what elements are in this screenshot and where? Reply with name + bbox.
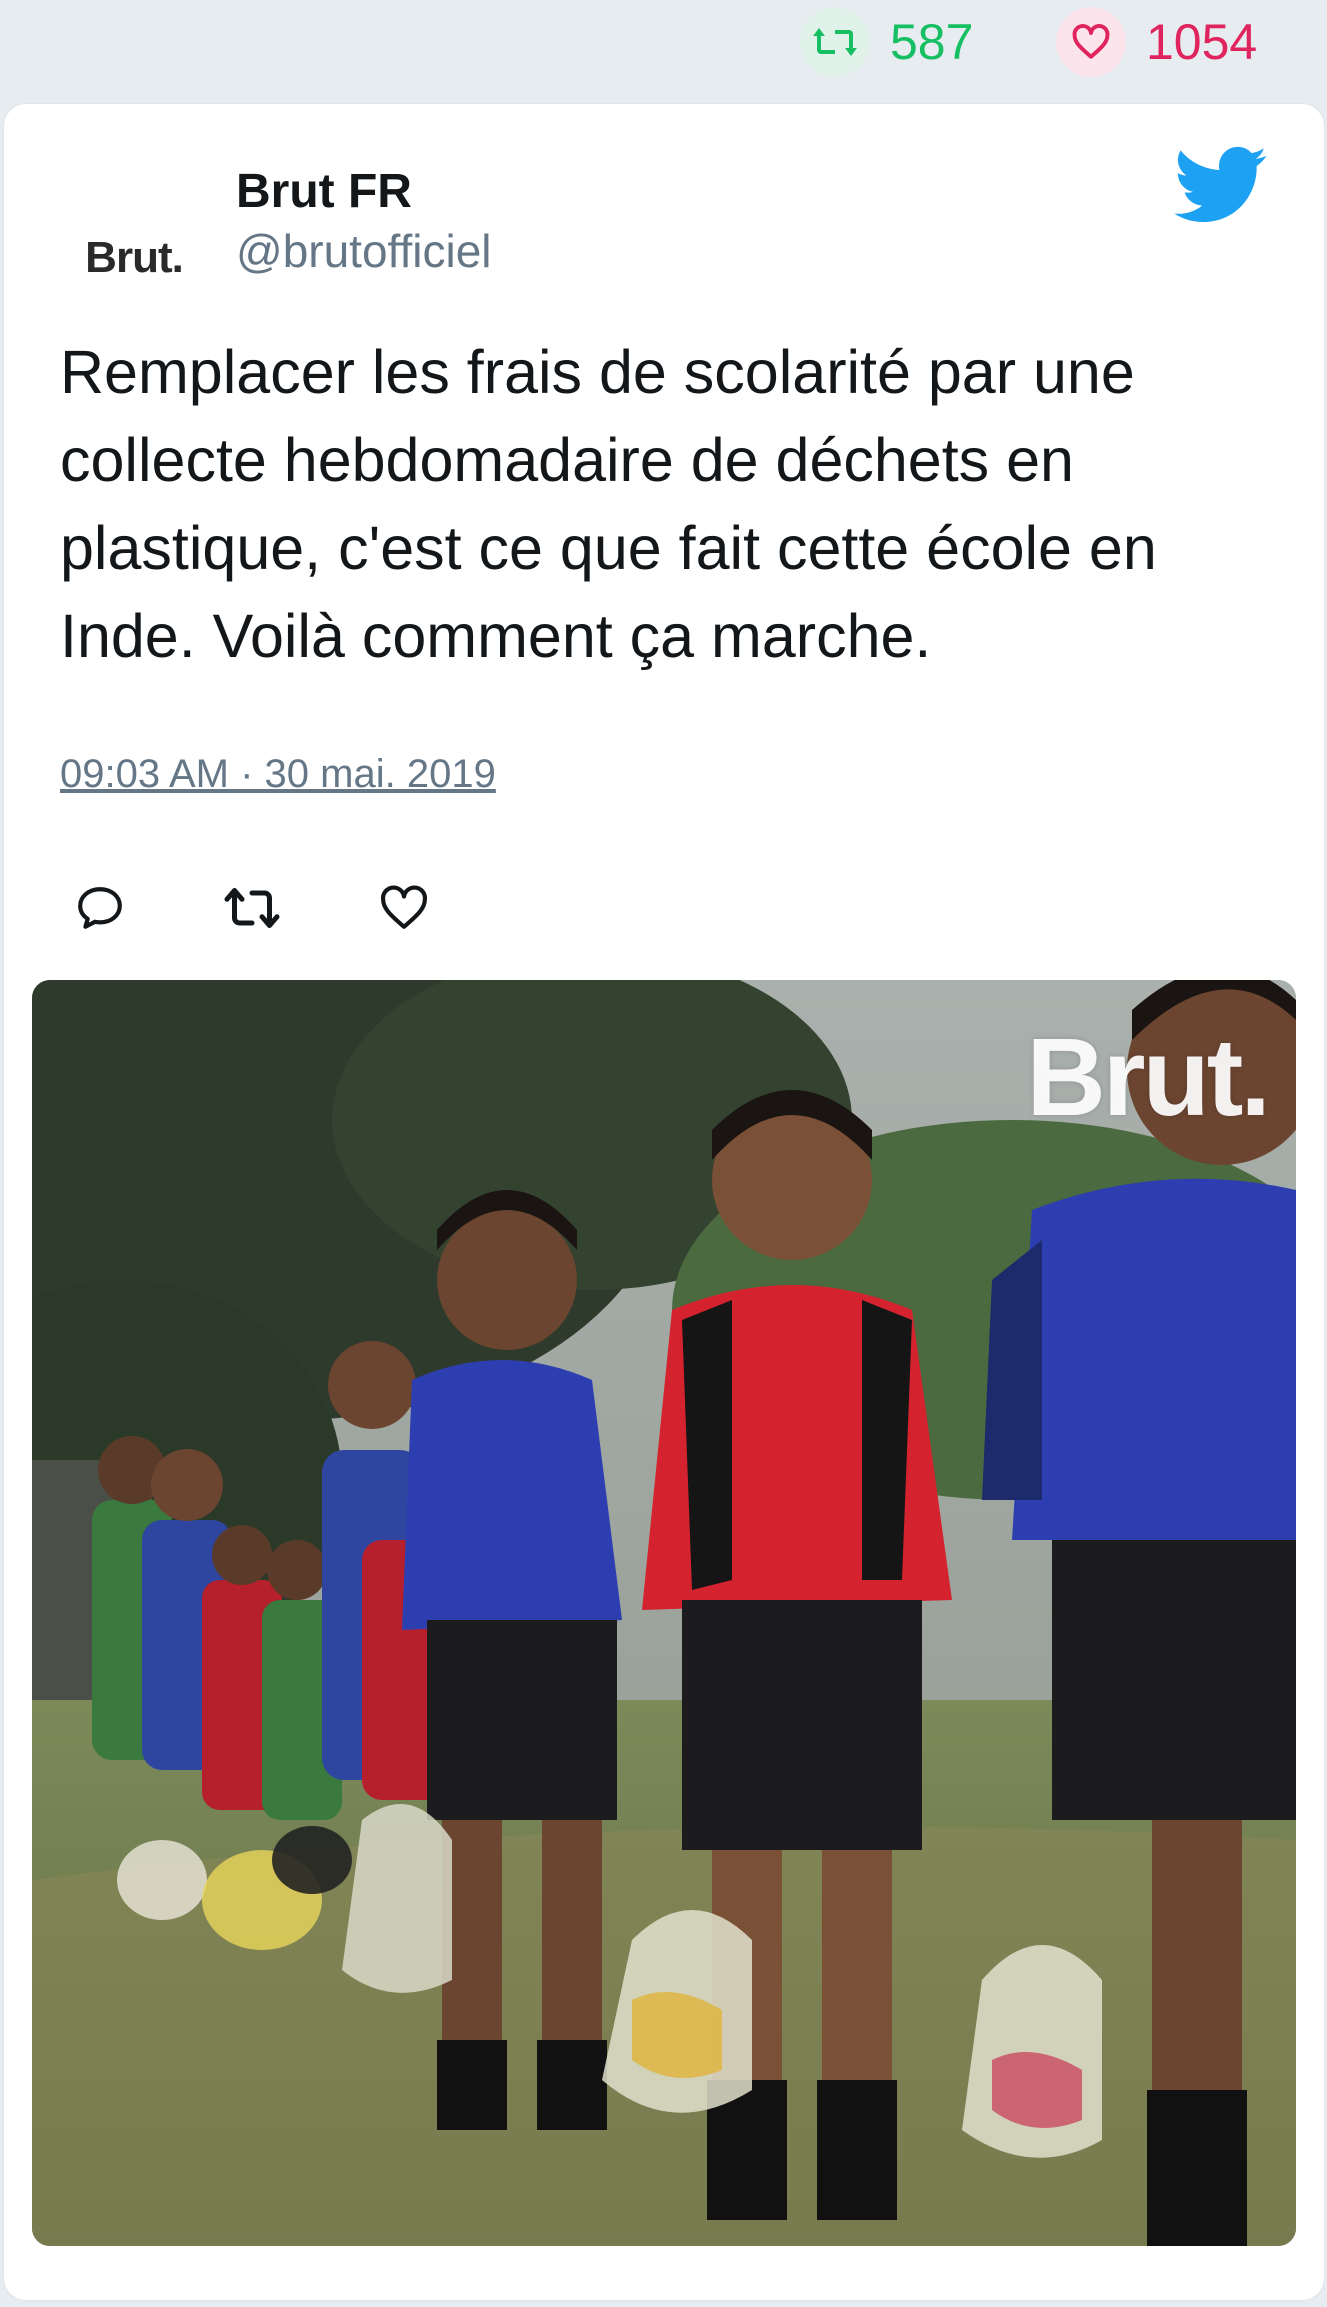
retweet-count: 587 [890,14,974,70]
photo-school-children [32,980,1296,2246]
brut-watermark: Brut. [1026,1016,1271,1139]
retweet-stat[interactable]: 587 [800,6,973,78]
like-stat[interactable]: 1054 [1056,6,1257,78]
author-display-name[interactable]: Brut FR [236,164,412,219]
twitter-bird-icon[interactable] [1174,146,1268,226]
retweet-icon[interactable] [800,7,870,77]
like-count: 1054 [1146,14,1258,70]
reply-icon [78,887,122,929]
brut-logo: Brut. [85,233,184,282]
engagement-bar: 587 1054 [0,0,1327,88]
tweet-media-photo[interactable]: Brut. [32,980,1296,2246]
tweet-text: Remplacer les frais de scolarité par une… [60,338,1157,670]
tweet-card: Brut. Brut FR @brutofficiel Remplacer le… [4,104,1324,2300]
retweet-icon [224,888,280,928]
reply-button[interactable] [60,868,140,948]
heart-icon[interactable] [1056,7,1126,77]
tweet-timestamp[interactable]: 09:03 AM · 30 mai. 2019 [60,752,496,797]
like-button[interactable] [364,868,444,948]
retweet-button[interactable] [212,868,292,948]
author-handle[interactable]: @brutofficiel [236,224,492,278]
tweet-actions [60,868,516,948]
avatar[interactable]: Brut. [60,184,208,332]
heart-icon [381,885,427,929]
